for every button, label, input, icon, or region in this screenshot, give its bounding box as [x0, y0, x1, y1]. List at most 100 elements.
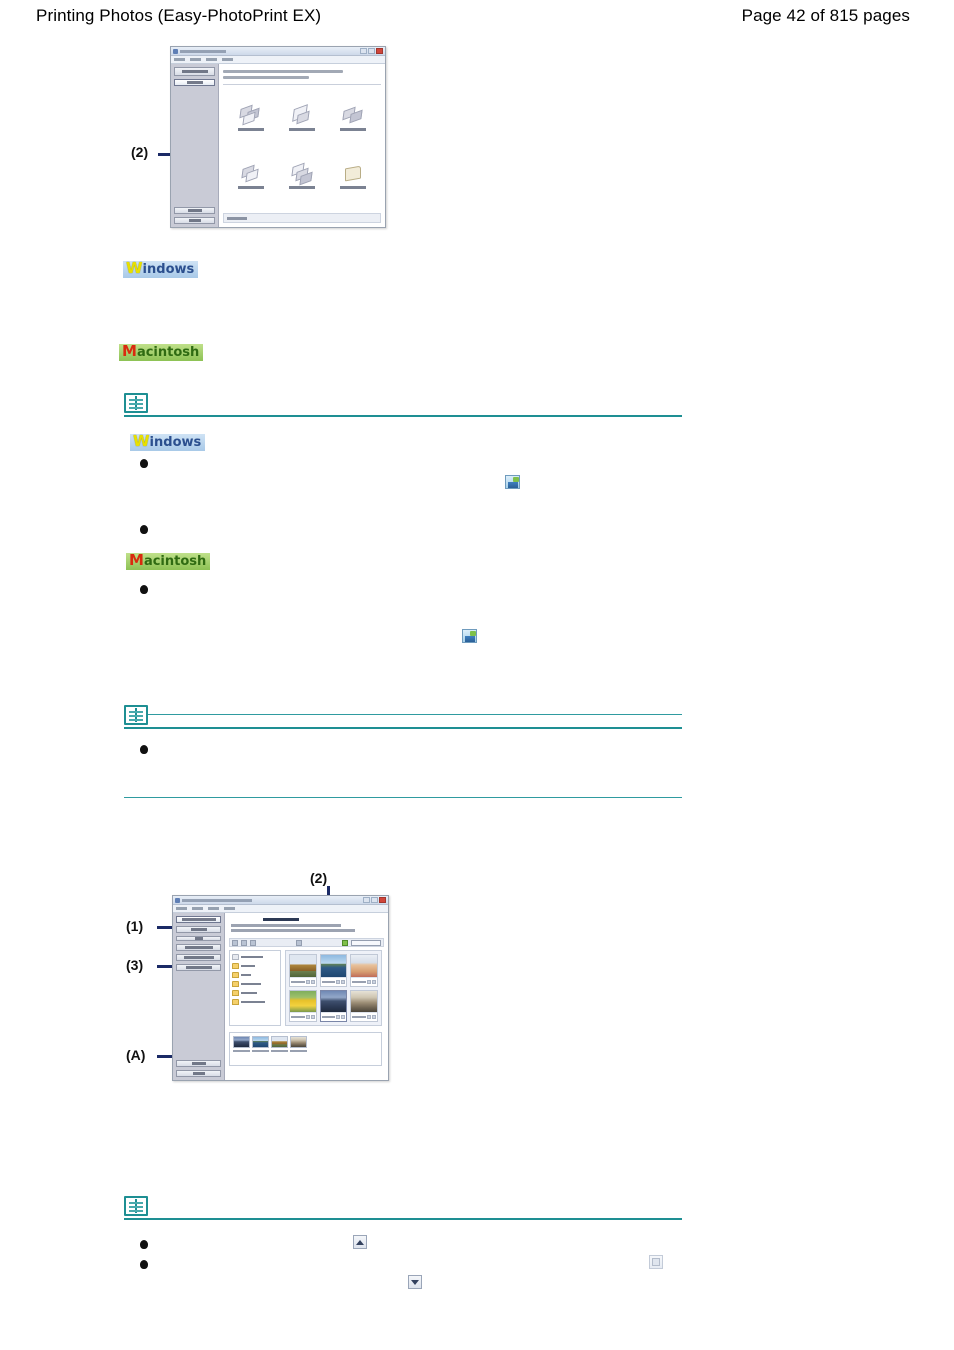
menu-help[interactable]: [222, 58, 233, 61]
scroll-down-button[interactable]: [408, 1275, 422, 1289]
tree-item[interactable]: [232, 999, 278, 1005]
photo-thumbnail-sunflower[interactable]: [289, 989, 317, 1022]
stickers-icon: [238, 164, 264, 184]
sidebar-step-layout-print[interactable]: [176, 964, 221, 971]
delete-icon: [652, 1258, 660, 1266]
photo-meta: [351, 1012, 377, 1021]
badge-windows-1: Windows: [123, 259, 199, 278]
maximize-button[interactable]: [371, 897, 378, 903]
menu-tile-library[interactable]: [328, 148, 379, 206]
menu-edit[interactable]: [190, 58, 201, 61]
help-button[interactable]: [176, 1060, 221, 1067]
menu-tile-layout-print[interactable]: [276, 148, 327, 206]
menu-view[interactable]: [208, 907, 219, 910]
figure2-instructions: [229, 915, 384, 937]
photo-image: [351, 990, 377, 1012]
photo-image: [351, 955, 377, 977]
photo-thumbnail-group[interactable]: [319, 989, 348, 1022]
maximize-button[interactable]: [368, 48, 375, 54]
badge-macintosh-2-rest: acintosh: [143, 554, 207, 569]
tree-item[interactable]: [232, 990, 278, 996]
tray-item[interactable]: [233, 1036, 250, 1052]
tree-item[interactable]: [232, 981, 278, 987]
figure2-callout-3-label: (3): [126, 957, 144, 973]
menu-edit[interactable]: [192, 907, 203, 910]
minimize-button[interactable]: [363, 897, 370, 903]
menu-file[interactable]: [174, 58, 185, 61]
figure1-status-bar: [223, 213, 381, 223]
sidebar-item-menu[interactable]: [174, 79, 215, 86]
figure1-instruction-text: [223, 67, 381, 85]
note-2-bullet-1: [140, 745, 148, 754]
close-button[interactable]: [379, 897, 386, 903]
tray-item[interactable]: [290, 1036, 307, 1052]
photo-image: [320, 990, 347, 1012]
menu-tile-calendar[interactable]: [328, 90, 379, 148]
photo-grid[interactable]: [285, 950, 382, 1026]
menu-tile-stickers[interactable]: [225, 148, 276, 206]
photo-thumbnail-lake[interactable]: [319, 954, 348, 987]
page-title: Printing Photos (Easy-PhotoPrint EX): [36, 6, 322, 25]
window-title-text: [182, 898, 252, 902]
note-block-1: Windows Macintosh: [124, 393, 682, 715]
tree-item[interactable]: [232, 954, 278, 960]
window-title-text: [180, 49, 226, 53]
menu-tile-album[interactable]: [276, 90, 327, 148]
note-book-icon-2: [124, 705, 148, 725]
folder-tree[interactable]: [229, 950, 281, 1026]
note-3-top-rule: [124, 1218, 682, 1220]
exit-button[interactable]: [174, 217, 215, 224]
tray-item[interactable]: [252, 1036, 269, 1052]
photo-thumbnail-street[interactable]: [350, 989, 378, 1022]
photo-meta: [351, 976, 377, 986]
sidebar-step-select-images[interactable]: [176, 916, 221, 923]
sidebar-step-select-photos[interactable]: [176, 954, 221, 961]
menu-tile-calendar-label: [340, 128, 367, 132]
photo-meta: [320, 1012, 347, 1021]
badge-macintosh-rest: acintosh: [136, 345, 200, 360]
badge-windows-2-cap: W: [133, 432, 150, 450]
tray-item[interactable]: [271, 1036, 288, 1052]
figure2-callout-2-label: (2): [310, 870, 328, 886]
figure2-titlebar: [173, 896, 388, 905]
note-block-3: [124, 1196, 682, 1289]
delete-button[interactable]: [649, 1255, 663, 1269]
scroll-up-button[interactable]: [353, 1235, 367, 1249]
badge-macintosh-2: Macintosh: [126, 553, 211, 570]
figure1-menubar: [171, 56, 385, 64]
scroll-down-icon: [411, 1279, 419, 1285]
photo-thumbnail-baby[interactable]: [350, 954, 378, 987]
app-icon: [175, 897, 180, 903]
album-icon: [289, 104, 315, 126]
figure1-content: [219, 64, 385, 227]
photo-image: [290, 955, 316, 977]
printer-icon-3: [378, 515, 392, 528]
sidebar-item-select-menu[interactable]: [174, 67, 215, 76]
close-button[interactable]: [376, 48, 383, 54]
refresh-button[interactable]: [296, 939, 302, 946]
menu-tile-photo-print[interactable]: [225, 90, 276, 148]
badge-windows-cap: W: [126, 259, 143, 277]
selected-images-tray[interactable]: [229, 1032, 382, 1066]
scan-button[interactable]: [342, 939, 348, 946]
menu-help[interactable]: [224, 907, 235, 910]
view-list-button[interactable]: [232, 939, 238, 946]
menu-file[interactable]: [176, 907, 187, 910]
thumbnail-viewer-icon-1: [505, 474, 520, 489]
minimize-button[interactable]: [360, 48, 367, 54]
tree-item[interactable]: [232, 963, 278, 969]
sidebar-step-select-paper[interactable]: [176, 944, 221, 951]
figure2-menubar: [173, 905, 388, 913]
calendar-icon: [340, 106, 366, 126]
menu-view[interactable]: [206, 58, 217, 61]
exit-button[interactable]: [176, 1070, 221, 1077]
note-1-top-rule: [124, 415, 682, 417]
sort-order-dropdown[interactable]: [351, 939, 381, 946]
help-button[interactable]: [174, 207, 215, 214]
sidebar-step-menu[interactable]: [176, 926, 221, 933]
sort-button[interactable]: [250, 939, 256, 946]
tree-item[interactable]: [232, 972, 278, 978]
note-2-top-rule: [124, 727, 682, 729]
photo-thumbnail-dog[interactable]: [289, 954, 317, 987]
view-detail-button[interactable]: [241, 939, 247, 946]
